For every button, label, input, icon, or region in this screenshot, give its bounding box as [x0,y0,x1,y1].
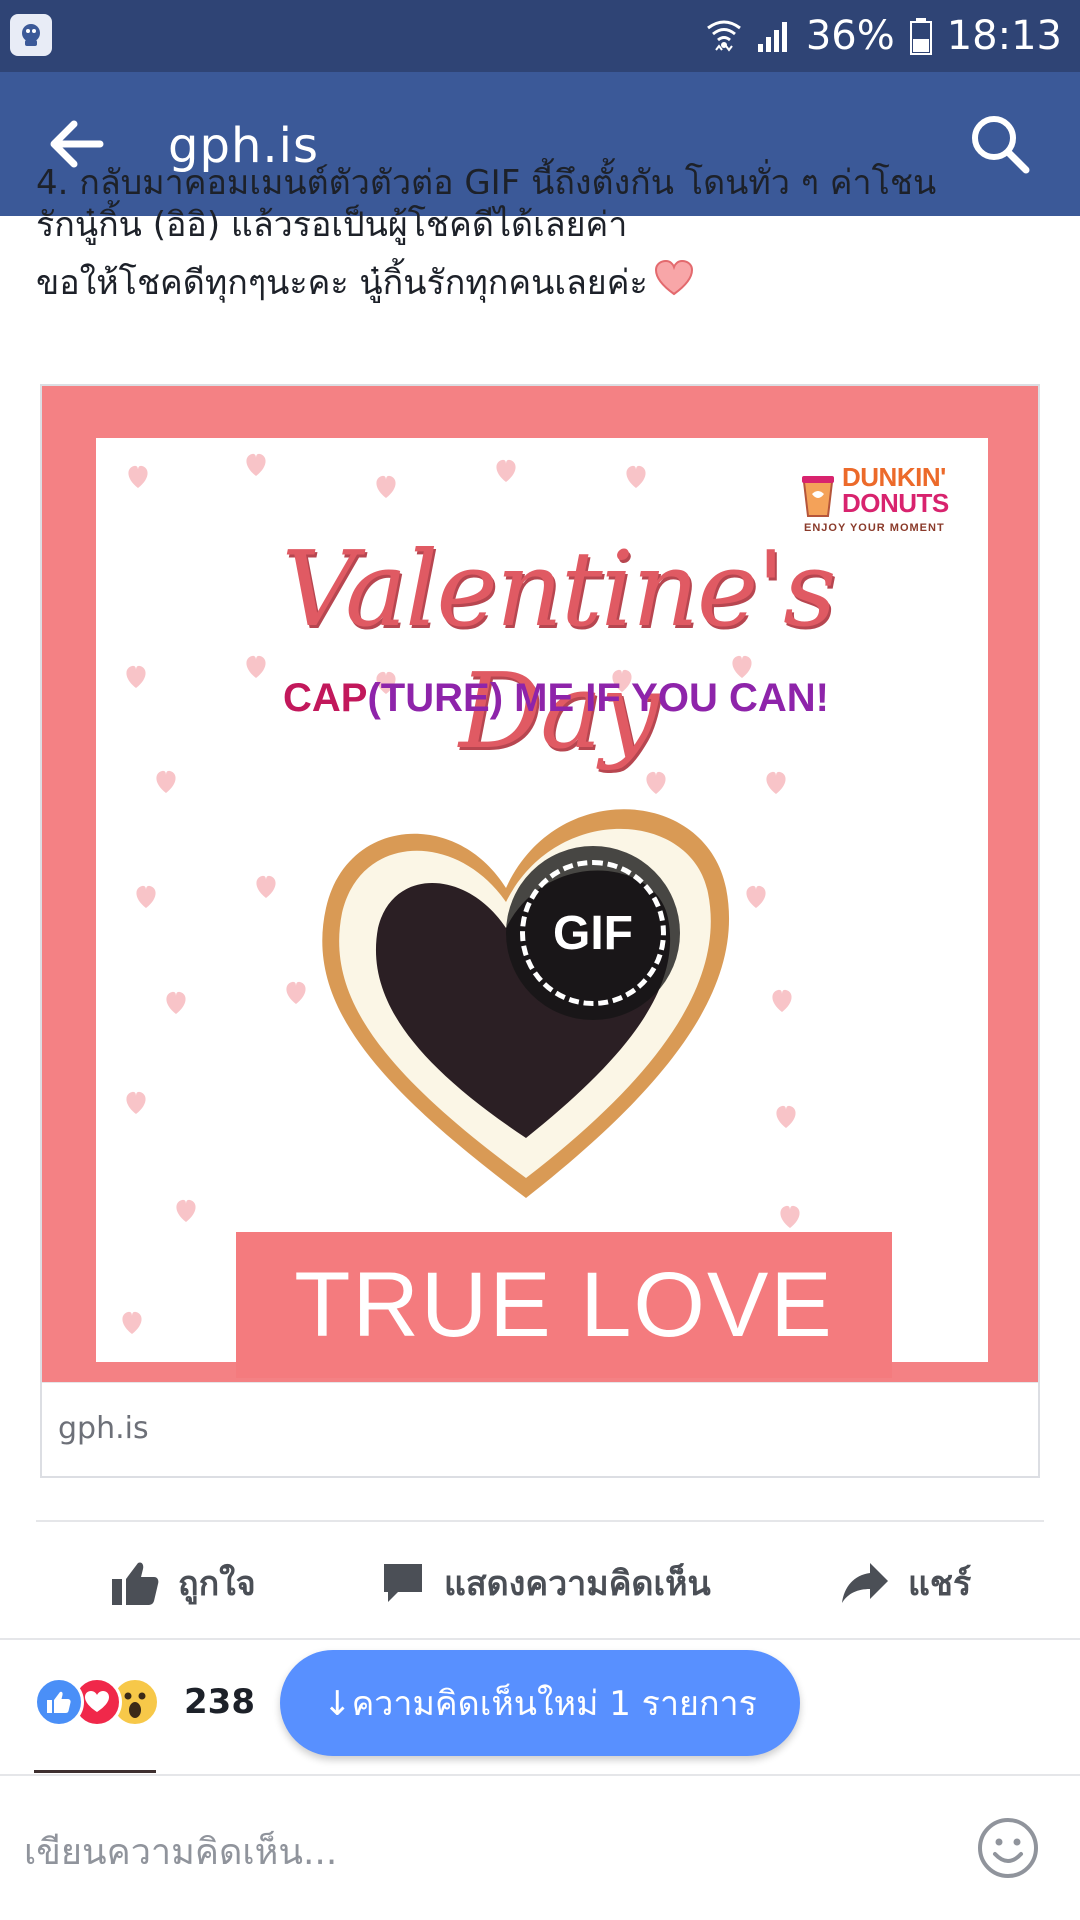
heart-emoji-icon [654,256,694,314]
clock: 18:13 [946,13,1062,59]
app-bar: gph.is [0,72,1080,216]
tagline: CAP(TURE) ME IF YOU CAN! [246,676,866,721]
new-comments-button[interactable]: ↓ความคิดเห็นใหม่ 1 รายการ [280,1650,800,1756]
share-button[interactable]: แชร์ [840,1554,971,1612]
comment-button[interactable]: แสดงความคิดเห็น [380,1554,711,1612]
comment-composer [0,1776,1080,1920]
reaction-count: 238 [184,1682,255,1722]
reactions-summary[interactable]: 238 [34,1672,255,1732]
post-text-cut-line: 4. กลับมาคอมเมนต์ตัวตัวต่อ GIF นี้ถึงตั้… [36,163,937,194]
true-love-banner: TRUE LOVE [236,1232,892,1378]
comment-input[interactable] [24,1824,924,1880]
divider [0,1638,1080,1640]
card-footer[interactable]: gph.is [42,1382,1038,1476]
post-text-line-content: ขอให้โชคดีทุกๆนะคะ นู๋กิ้นรักทุกคนเลยค่ะ [36,263,648,303]
card-domain: gph.is [58,1411,149,1446]
signal-icon [756,18,792,54]
heart-donut-image [322,809,730,1198]
gif-image-canvas: DUNKIN' DONUTS ENJOY YOUR MOMENT Valenti… [96,438,988,1378]
tagline-part-b: (TURE) ME IF YOU CAN! [367,676,829,720]
post-text-line: รักนู๋กิ้น (อิอิ) แล้วรอเป็นผู้โชคดีได้เ… [36,205,628,245]
divider [34,1770,156,1773]
tagline-part-a: CAP [283,676,368,720]
coffee-cup-icon [802,476,834,517]
like-label: ถูกใจ [178,1564,256,1604]
gif-badge-label: GIF [553,906,633,960]
notification-app-icon [10,14,52,56]
logo-text-donuts: DONUTS [842,488,949,518]
status-indicators: 36% 18:13 [706,10,1062,62]
gif-preview[interactable]: DUNKIN' DONUTS ENJOY YOUR MOMENT Valenti… [42,386,1038,1382]
comment-bubble-icon [380,1560,426,1606]
status-bar: 36% 18:13 [0,0,1080,72]
comment-label: แสดงความคิดเห็น [444,1564,711,1604]
battery-icon [909,17,933,55]
gif-play-badge[interactable]: GIF [506,846,680,1020]
divider [36,1520,1044,1522]
thumbs-up-icon [110,1559,160,1607]
post-text: 4. กลับมาคอมเมนต์ตัวตัวต่อ GIF นี้ถึงตั้… [36,163,1046,314]
post-text-line: ขอให้โชคดีทุกๆนะคะ นู๋กิ้นรักทุกคนเลยค่ะ [36,254,1046,314]
battery-percent: 36% [805,13,895,59]
share-label: แชร์ [908,1564,972,1604]
valentines-title: Valentine's Day [281,528,837,772]
link-card[interactable]: DUNKIN' DONUTS ENJOY YOUR MOMENT Valenti… [40,384,1040,1478]
new-comments-label: ↓ความคิดเห็นใหม่ 1 รายการ [323,1684,757,1724]
like-button[interactable]: ถูกใจ [110,1554,256,1612]
emoji-icon[interactable] [976,1816,1040,1880]
share-arrow-icon [840,1561,890,1605]
post-actions: ถูกใจ แสดงความคิดเห็น แชร์ [0,1540,1080,1626]
like-reaction-icon [34,1677,84,1727]
wifi-icon [706,16,742,56]
